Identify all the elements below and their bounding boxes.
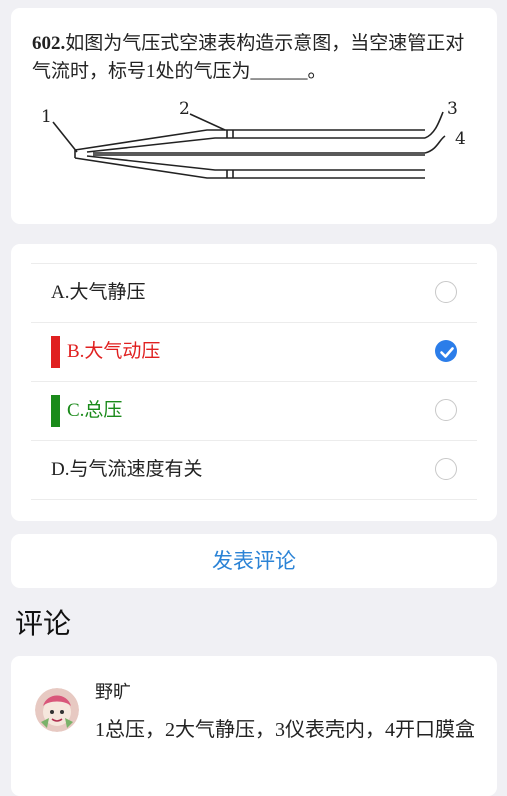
correct-answer-marker: [51, 395, 60, 427]
option-d[interactable]: D.与气流速度有关: [31, 440, 477, 500]
option-b[interactable]: B.大气动压: [31, 322, 477, 381]
comments-heading: 评论: [15, 609, 72, 640]
pitot-tube-diagram: 1 2 3 4: [41, 100, 466, 179]
option-a[interactable]: A.大气静压: [31, 263, 477, 322]
diagram-label-1: 1: [41, 107, 52, 127]
leader-2: [189, 113, 226, 131]
option-a-label: A.大气静压: [51, 282, 146, 303]
comment-text: 1总压，2大气静压，3仪表壳内，4开口膜盒: [95, 719, 475, 741]
comment-card: 野旷 1总压，2大气静压，3仪表壳内，4开口膜盒: [11, 656, 497, 796]
question-body: 如图为气压式空速表构造示意图，当空速管正对气流时，标号1处的气压为______。: [32, 33, 465, 82]
radio-checked-icon[interactable]: [435, 340, 457, 362]
question-card: 602.如图为气压式空速表构造示意图，当空速管正对气流时，标号1处的气压为___…: [11, 8, 497, 224]
comment-username[interactable]: 野旷: [95, 678, 131, 704]
options-card: A.大气静压 B.大气动压 C.总压 D.与气流速度有关: [11, 244, 497, 521]
post-comment-button[interactable]: 发表评论: [11, 534, 497, 588]
option-b-label: B.大气动压: [67, 341, 161, 362]
question-number: 602.: [32, 33, 66, 54]
option-c-label: C.总压: [67, 400, 123, 421]
radio-unchecked-icon[interactable]: [435, 458, 457, 480]
outlet-4: [424, 135, 446, 154]
diagram-label-3: 3: [447, 100, 458, 119]
question-text: 602.如图为气压式空速表构造示意图，当空速管正对气流时，标号1处的气压为___…: [32, 30, 482, 86]
leader-1: [52, 121, 78, 153]
avatar[interactable]: [35, 688, 79, 732]
diagram-label-2: 2: [179, 100, 190, 119]
radio-unchecked-icon[interactable]: [435, 281, 457, 303]
radio-unchecked-icon[interactable]: [435, 399, 457, 421]
diagram-label-4: 4: [455, 129, 466, 149]
outlet-3: [424, 111, 444, 139]
option-c[interactable]: C.总压: [31, 381, 477, 440]
option-d-label: D.与气流速度有关: [51, 459, 203, 480]
wrong-answer-marker: [51, 336, 60, 368]
